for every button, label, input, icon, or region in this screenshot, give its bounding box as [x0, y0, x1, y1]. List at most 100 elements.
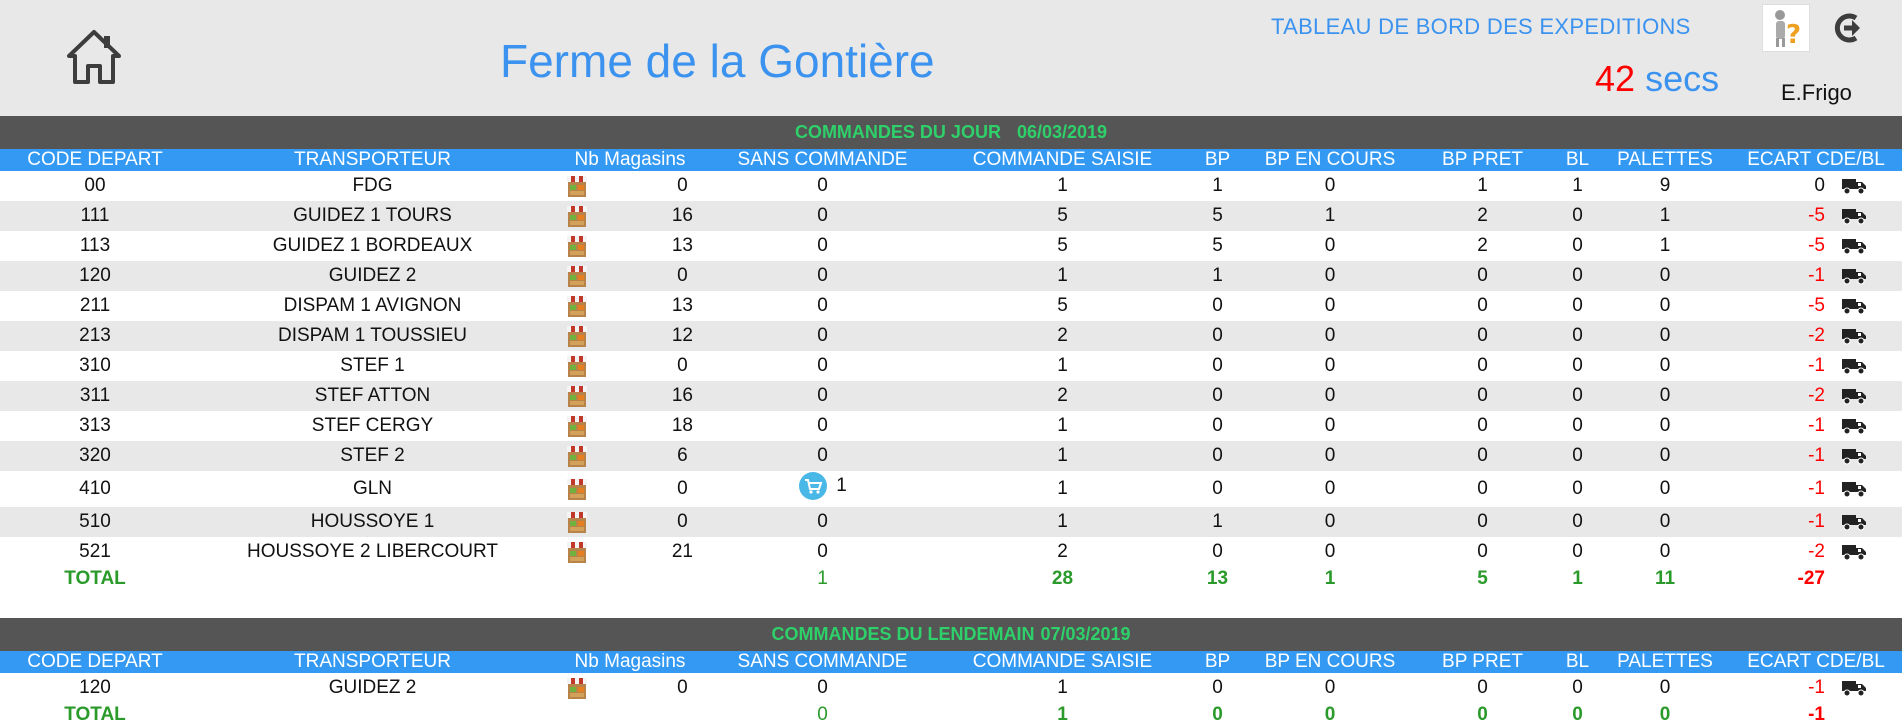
bp-pret-cell: 0: [1410, 381, 1555, 411]
bp-en-cours-cell: 0: [1250, 381, 1410, 411]
table-row[interactable]: 211 DISPAM 1 AVIGNON 13 0 5 0 0 0 0 0 -5: [0, 291, 1902, 321]
store-icon[interactable]: [565, 203, 589, 229]
svg-text:?: ?: [1786, 20, 1801, 50]
store-icon[interactable]: [565, 173, 589, 199]
commande-saisie-cell: 2: [1057, 541, 1068, 562]
bp-en-cours-cell: 0: [1324, 478, 1336, 499]
store-icon[interactable]: [565, 675, 589, 701]
truck-icon[interactable]: [1841, 327, 1867, 345]
col-ecart-header: ECART CDE/BL: [1730, 651, 1902, 673]
truck-icon[interactable]: [1841, 297, 1867, 315]
table-row[interactable]: 313 STEF CERGY 18 0 1 0 0 0 0 0 -1: [0, 411, 1902, 441]
palettes-cell: 0: [1659, 415, 1671, 436]
logout-icon[interactable]: [1826, 10, 1864, 46]
table-row[interactable]: 213 DISPAM 1 TOUSSIEU 12 0 2 0 0 0 0 0 -2: [0, 321, 1902, 351]
bp-cell: 5: [1212, 235, 1223, 256]
table-row[interactable]: 521 HOUSSOYE 2 LIBERCOURT 21 0 2 0 0 0 0 0 -2: [0, 537, 1902, 567]
cart-icon[interactable]: [798, 471, 828, 501]
home-icon[interactable]: [66, 28, 122, 86]
table-row[interactable]: 510 HOUSSOYE 1 0 0 1 1 0 0 0 0 -1: [0, 507, 1902, 537]
nb-magasins-value: 16: [671, 385, 693, 406]
table-row[interactable]: 111 GUIDEZ 1 TOURS 16 0 5 5 1 2 0 1 -5: [0, 201, 1902, 231]
bl-cell: 0: [1555, 507, 1600, 537]
code-depart-cell: 111: [0, 201, 190, 231]
table-row[interactable]: 00 FDG 0 0 1 1 0 1 1 9 0: [0, 171, 1902, 201]
total-ecart: -1: [1730, 703, 1902, 726]
col-commande-saisie-header: COMMANDE SAISIE: [940, 651, 1185, 673]
palettes-cell: 0: [1600, 381, 1730, 411]
truck-icon[interactable]: [1841, 679, 1867, 697]
table-row[interactable]: 320 STEF 2 6 0 1 0 0 0 0 0 -1: [0, 441, 1902, 471]
bp-cell: 0: [1185, 441, 1250, 471]
ecart-cell: 0: [1730, 171, 1902, 201]
store-icon[interactable]: [565, 263, 589, 289]
truck-icon[interactable]: [1841, 177, 1867, 195]
ecart-cell: -5: [1730, 201, 1902, 231]
truck-icon[interactable]: [1841, 237, 1867, 255]
palettes-cell: 0: [1600, 261, 1730, 291]
transporteur-cell: STEF 1: [340, 355, 405, 376]
bp-en-cours-cell: 0: [1324, 677, 1336, 698]
truck-icon[interactable]: [1841, 357, 1867, 375]
palettes-cell: 9: [1659, 175, 1671, 196]
code-depart-cell: 113: [79, 235, 111, 256]
transporteur-cell: GUIDEZ 2: [190, 261, 555, 291]
col-ecart-header: ECART CDE/BL: [1730, 149, 1902, 171]
table-row[interactable]: 410 GLN 0 1 1 0 0 0 0 0 -1: [0, 471, 1902, 507]
transporteur-cell: GLN: [352, 478, 393, 499]
store-icon[interactable]: [565, 353, 589, 379]
table-row[interactable]: 311 STEF ATTON 16 0 2 0 0 0 0 0 -2: [0, 381, 1902, 411]
col-bp-en-cours-header: BP EN COURS: [1250, 149, 1410, 171]
nb-magasins-value: 18: [671, 415, 693, 436]
nb-magasins-value: 0: [677, 265, 688, 286]
total-bp-en-cours: 0: [1324, 703, 1336, 725]
store-icon[interactable]: [565, 383, 589, 409]
store-icon[interactable]: [565, 509, 589, 535]
code-depart-cell: 310: [79, 355, 111, 376]
bl-cell: 0: [1572, 415, 1583, 436]
truck-icon[interactable]: [1841, 513, 1867, 531]
truck-icon[interactable]: [1841, 417, 1867, 435]
sans-commande-cell: 0: [705, 441, 940, 471]
bl-cell: 0: [1572, 478, 1583, 499]
code-depart-cell: 510: [0, 507, 190, 537]
table-row[interactable]: 310 STEF 1 0 0 1 0 0 0 0 0 -1: [0, 351, 1902, 381]
code-depart-cell: 213: [0, 321, 190, 351]
help-button[interactable]: ?: [1762, 4, 1810, 52]
truck-icon[interactable]: [1841, 387, 1867, 405]
bp-cell: 0: [1212, 295, 1223, 316]
table-row[interactable]: 120 GUIDEZ 2 0 0 1 1 0 0 0 0 -1: [0, 261, 1902, 291]
ecart-value: -2: [1808, 325, 1825, 346]
nb-magasins-value: 12: [671, 325, 693, 346]
truck-icon[interactable]: [1841, 447, 1867, 465]
sans-commande-cell: 0: [705, 321, 940, 351]
table-row[interactable]: 113 GUIDEZ 1 BORDEAUX 13 0 5 5 0 2 0 1 -5: [0, 231, 1902, 261]
store-icon[interactable]: [565, 443, 589, 469]
commande-saisie-cell: 2: [940, 381, 1185, 411]
total-ecart-value: -1: [1808, 703, 1825, 725]
bp-cell: 0: [1212, 415, 1223, 436]
total-bp-pret: 0: [1477, 703, 1488, 725]
section-tomorrow-title: COMMANDES DU LENDEMAIN 07/03/2019: [0, 618, 1902, 651]
truck-icon[interactable]: [1841, 267, 1867, 285]
store-icon[interactable]: [565, 293, 589, 319]
store-icon[interactable]: [565, 233, 589, 259]
ecart-value: -1: [1808, 415, 1825, 436]
store-icon[interactable]: [565, 539, 589, 565]
palettes-cell: 0: [1600, 321, 1730, 351]
bp-en-cours-cell: 0: [1250, 441, 1410, 471]
col-palettes-header: PALETTES: [1600, 149, 1730, 171]
store-icon[interactable]: [565, 476, 589, 502]
bp-cell: 0: [1212, 541, 1223, 562]
store-icon[interactable]: [565, 413, 589, 439]
store-icon[interactable]: [565, 323, 589, 349]
sans-commande-cell: 0: [817, 415, 828, 436]
truck-icon[interactable]: [1841, 543, 1867, 561]
truck-icon[interactable]: [1841, 480, 1867, 498]
nb-magasins-cell: 0: [555, 261, 705, 291]
palettes-cell: 0: [1659, 295, 1671, 316]
code-depart-cell: 311: [0, 381, 190, 411]
truck-icon[interactable]: [1841, 207, 1867, 225]
code-depart-cell: 120: [79, 677, 111, 698]
table-row[interactable]: 120 GUIDEZ 2 0 0 1 0 0 0 0 0 -1: [0, 673, 1902, 703]
